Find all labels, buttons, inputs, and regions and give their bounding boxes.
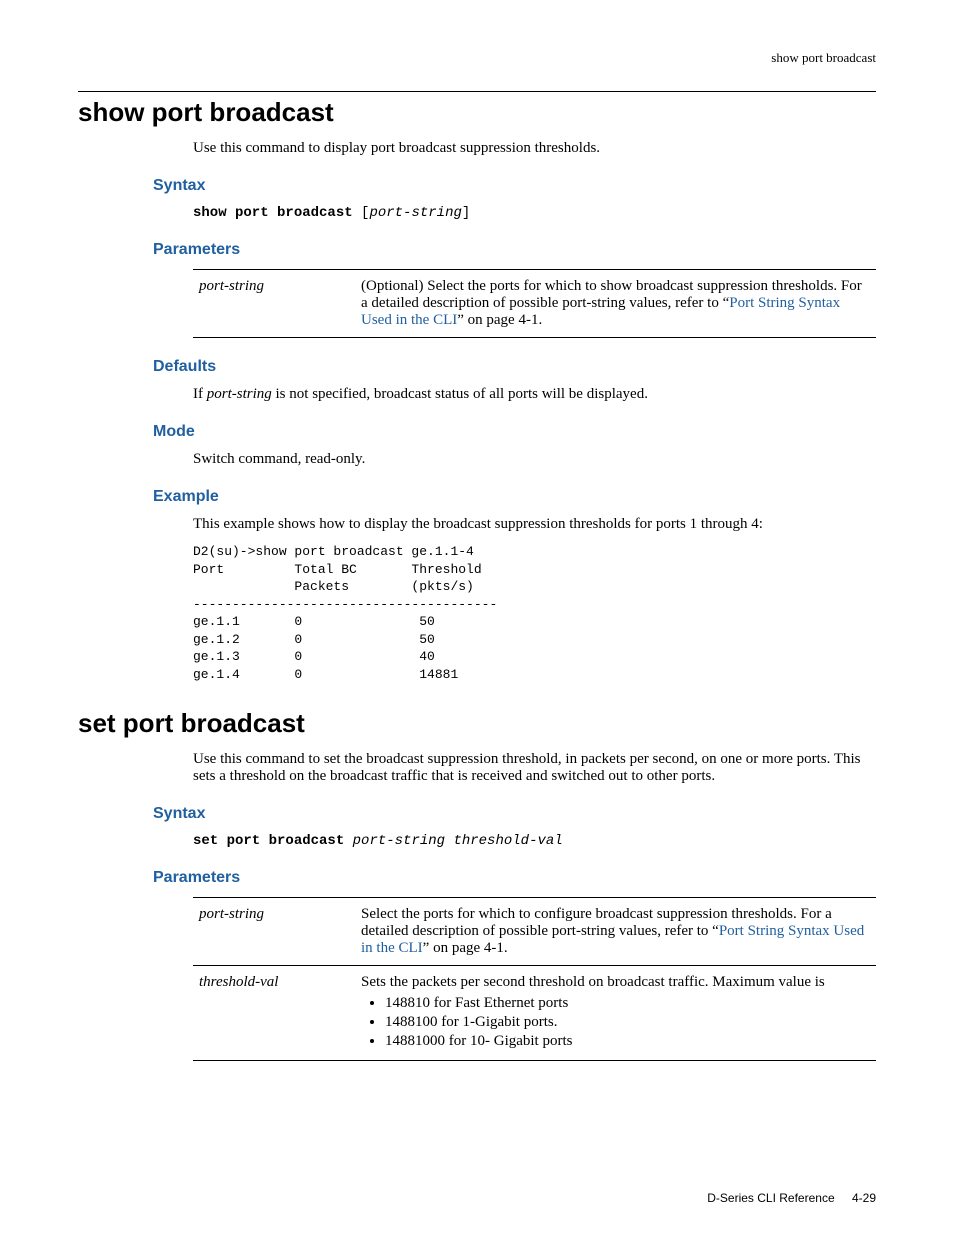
parameters-table-1: port-string (Optional) Select the ports … [193, 269, 876, 338]
param-desc-post: ” on page 4-1. [457, 312, 542, 328]
param-name: threshold-val [193, 966, 355, 1061]
defaults-italic: port-string [207, 386, 272, 402]
syntax-opt-open: [ [353, 205, 370, 221]
defaults-pre: If [193, 386, 207, 402]
footer-page-number: 4-29 [852, 1191, 876, 1205]
mode-text: Switch command, read-only. [193, 451, 876, 468]
param-name: port-string [193, 270, 355, 338]
param-desc: (Optional) Select the ports for which to… [355, 270, 876, 338]
parameters-heading: Parameters [153, 241, 876, 259]
syntax-opt-close: ] [462, 205, 470, 221]
header-rule [78, 91, 876, 92]
param-desc-mid: values, refer to “ [626, 295, 730, 311]
param-desc: Sets the packets per second threshold on… [355, 966, 876, 1061]
table-row: port-string Select the ports for which t… [193, 898, 876, 966]
syntax-cmd-2: set port broadcast [193, 833, 344, 849]
param-desc-italic: port-string [562, 295, 625, 311]
syntax-arg-2: port-string threshold-val [344, 833, 562, 849]
table-row: threshold-val Sets the packets per secon… [193, 966, 876, 1061]
page: show port broadcast show port broadcast … [0, 0, 954, 1235]
syntax-arg: port-string [369, 205, 461, 221]
section-title-set: set port broadcast [78, 708, 876, 739]
example-code-block: D2(su)->show port broadcast ge.1.1-4 Por… [193, 543, 876, 683]
param-desc-pre: Sets the packets per second threshold on… [361, 974, 825, 990]
param-bullets: 148810 for Fast Ethernet ports 1488100 f… [361, 995, 870, 1050]
defaults-post: is not specified, broadcast status of al… [272, 386, 648, 402]
syntax-heading: Syntax [153, 177, 876, 195]
example-heading: Example [153, 488, 876, 506]
example-intro: This example shows how to display the br… [193, 516, 876, 533]
syntax-line: show port broadcast [port-string] [193, 205, 876, 221]
parameters-table-2: port-string Select the ports for which t… [193, 897, 876, 1061]
table-row: port-string (Optional) Select the ports … [193, 270, 876, 338]
defaults-text: If port-string is not specified, broadca… [193, 386, 876, 403]
parameters-heading-2: Parameters [153, 869, 876, 887]
page-footer: D-Series CLI Reference 4-29 [707, 1191, 876, 1205]
param-desc: Select the ports for which to configure … [355, 898, 876, 966]
section2-intro: Use this command to set the broadcast su… [193, 751, 876, 785]
param-desc-italic: port-string [552, 923, 615, 939]
section-title-show: show port broadcast [78, 97, 876, 128]
param-desc-mid: values, refer to “ [615, 923, 719, 939]
syntax-cmd: show port broadcast [193, 205, 353, 221]
page-header-breadcrumb: show port broadcast [78, 50, 876, 66]
mode-heading: Mode [153, 423, 876, 441]
syntax-heading-2: Syntax [153, 805, 876, 823]
footer-doc: D-Series CLI Reference [707, 1191, 834, 1205]
defaults-heading: Defaults [153, 358, 876, 376]
list-item: 148810 for Fast Ethernet ports [385, 995, 870, 1012]
param-desc-post: ” on page 4-1. [423, 940, 508, 956]
list-item: 14881000 for 10- Gigabit ports [385, 1033, 870, 1050]
syntax-line-2: set port broadcast port-string threshold… [193, 833, 876, 849]
param-name: port-string [193, 898, 355, 966]
section1-intro: Use this command to display port broadca… [193, 140, 876, 157]
list-item: 1488100 for 1-Gigabit ports. [385, 1014, 870, 1031]
